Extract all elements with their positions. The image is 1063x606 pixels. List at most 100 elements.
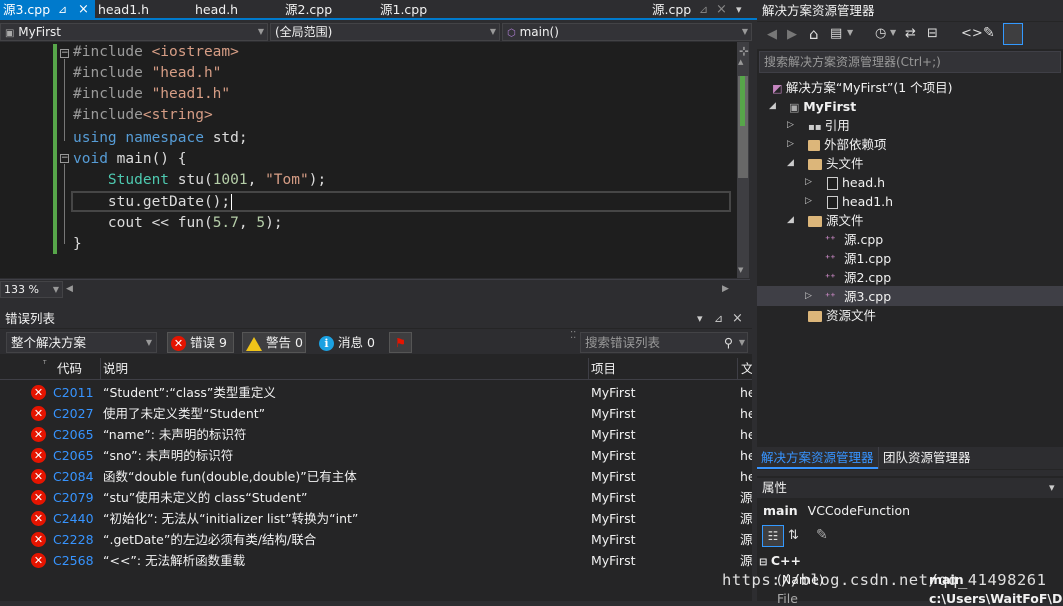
tab-source1-cpp[interactable]: 源1.cpp: [380, 0, 427, 20]
tab-head-h[interactable]: head.h: [195, 0, 238, 20]
scope-dropdown[interactable]: (全局范围) ▼: [270, 23, 500, 41]
tree-item-source2-cpp[interactable]: ⁺⁺ 源2.cpp: [825, 268, 891, 287]
preview-toggle-button[interactable]: [1003, 23, 1023, 45]
expanded-arrow-icon[interactable]: ◢: [787, 158, 794, 168]
pin-icon[interactable]: ⊿: [714, 309, 723, 328]
member-dropdown[interactable]: ⬡ main() ▼: [502, 23, 752, 41]
tab-team-explorer[interactable]: 团队资源管理器: [878, 447, 975, 469]
back-icon[interactable]: ◀: [767, 27, 777, 42]
column-header-description[interactable]: 说明: [103, 358, 128, 380]
error-code-link[interactable]: C2065: [53, 424, 94, 445]
tree-item-references[interactable]: ▪▪ 引用: [808, 116, 850, 135]
switch-views-icon[interactable]: ▤: [830, 26, 842, 41]
document-tab-bar: 源3.cpp ⊿ × head1.h head.h 源2.cpp 源1.cpp …: [0, 0, 757, 20]
tree-item-external-deps[interactable]: 外部依赖项: [808, 135, 887, 154]
close-icon[interactable]: ×: [732, 309, 743, 328]
sync-icon[interactable]: ⇄: [905, 26, 916, 41]
tab-solution-explorer[interactable]: 解决方案资源管理器: [757, 447, 878, 469]
collapsed-arrow-icon[interactable]: ▷: [805, 196, 812, 206]
scroll-right-icon[interactable]: ▶: [722, 284, 729, 294]
collapse-icon[interactable]: −: [60, 154, 69, 163]
pin-icon[interactable]: ⊿: [699, 0, 708, 20]
error-row[interactable]: ✕ C2065 “name”: 未声明的标识符 MyFirst he: [0, 424, 752, 445]
error-row[interactable]: ✕ C2079 “stu”使用未定义的 class“Student” MyFirst 源: [0, 487, 752, 508]
column-header-project[interactable]: 项目: [591, 358, 616, 380]
error-row[interactable]: ✕ C2568 “<<”: 无法解析函数重载 MyFirst 源: [0, 550, 752, 571]
error-row[interactable]: ✕ C2440 “初始化”: 无法从“initializer list”转换为“in…: [0, 508, 752, 529]
error-row[interactable]: ✕ C2228 “.getDate”的左边必须有类/结构/联合 MyFirst 源: [0, 529, 752, 550]
collapsed-arrow-icon[interactable]: ▷: [805, 291, 812, 301]
column-header-code[interactable]: 代码: [57, 358, 82, 380]
collapsed-arrow-icon[interactable]: ▷: [787, 120, 794, 130]
error-code-link[interactable]: C2084: [53, 466, 94, 487]
solution-search-input[interactable]: 搜索解决方案资源管理器(Ctrl+;): [759, 51, 1061, 73]
tree-item-source-files[interactable]: 源文件: [808, 211, 864, 230]
tree-item-header-files[interactable]: 头文件: [808, 154, 864, 173]
error-code-link[interactable]: C2065: [53, 445, 94, 466]
tree-item-source3-cpp[interactable]: ⁺⁺ 源3.cpp: [825, 287, 891, 306]
column-header-file[interactable]: 文: [741, 358, 752, 380]
error-row[interactable]: ✕ C2065 “sno”: 未声明的标识符 MyFirst he: [0, 445, 752, 466]
error-code-link[interactable]: C2011: [53, 382, 94, 403]
search-error-list-input[interactable]: 搜索错误列表 ⚲ ▼: [580, 332, 748, 353]
error-row[interactable]: ✕ C2027 使用了未定义类型“Student” MyFirst he: [0, 403, 752, 424]
pin-icon[interactable]: ⊿: [58, 0, 67, 20]
view-code-icon[interactable]: <>: [961, 26, 983, 41]
close-icon[interactable]: ×: [716, 0, 727, 20]
alphabetical-icon[interactable]: ⇅: [788, 528, 799, 543]
tree-item-source-cpp[interactable]: ⁺⁺ 源.cpp: [825, 230, 883, 249]
expanded-arrow-icon[interactable]: ◢: [787, 215, 794, 225]
error-code-link[interactable]: C2228: [53, 529, 94, 550]
close-icon[interactable]: ×: [78, 0, 89, 20]
code-editor[interactable]: − − #include <iostream> #include "head.h…: [0, 42, 737, 278]
scope-filter-dropdown[interactable]: 整个解决方案 ▼: [6, 332, 157, 353]
zoom-dropdown[interactable]: 133 % ▼: [0, 281, 63, 298]
dropdown-icon[interactable]: ▾: [697, 309, 703, 328]
dropdown-icon[interactable]: ▾: [1049, 478, 1055, 498]
tree-item-head-h[interactable]: head.h: [827, 173, 885, 192]
collapse-all-icon[interactable]: ⊟: [927, 26, 938, 41]
categorized-view-button[interactable]: ☷: [762, 525, 784, 547]
error-row[interactable]: ✕ C2011 “Student”:“class”类型重定义 MyFirst he: [0, 382, 752, 403]
chevron-down-icon[interactable]: ▼: [847, 28, 853, 37]
build-intellisense-filter-button[interactable]: ⚑: [389, 332, 412, 353]
error-code-link[interactable]: C2440: [53, 508, 94, 529]
property-category[interactable]: ⊟ C++: [759, 553, 801, 568]
warnings-filter-button[interactable]: 警告 0: [242, 332, 306, 353]
messages-filter-button[interactable]: i 消息 0: [315, 332, 379, 353]
tree-item-head1-h[interactable]: head1.h: [827, 192, 893, 211]
expanded-arrow-icon[interactable]: ◢: [769, 101, 776, 111]
wrench-icon[interactable]: ✎: [983, 25, 995, 41]
tab-source2-cpp[interactable]: 源2.cpp: [285, 0, 332, 20]
scroll-down-icon[interactable]: ▼: [738, 266, 743, 274]
tree-item-solution[interactable]: ◩ 解决方案“MyFirst”(1 个项目): [772, 78, 953, 97]
properties-object-selector[interactable]: main VCCodeFunction: [757, 500, 1063, 521]
split-icon[interactable]: ⊹: [739, 44, 749, 58]
tab-source3-cpp[interactable]: 源3.cpp ⊿ ×: [0, 0, 95, 20]
scroll-left-icon[interactable]: ◀: [66, 284, 73, 294]
property-pages-icon[interactable]: ✎: [816, 527, 828, 543]
forward-icon[interactable]: ▶: [787, 27, 797, 42]
collapsed-arrow-icon[interactable]: ▷: [787, 139, 794, 149]
error-list-title: 错误列表 ▾ ⊿ ×: [0, 309, 752, 328]
error-code-link[interactable]: C2027: [53, 403, 94, 424]
project-dropdown[interactable]: ▣ MyFirst ▼: [0, 23, 268, 41]
error-code-link[interactable]: C2568: [53, 550, 94, 571]
scroll-up-icon[interactable]: ▲: [738, 58, 743, 66]
tab-overflow-icon[interactable]: ▾: [736, 0, 742, 20]
home-icon[interactable]: ⌂: [809, 25, 819, 43]
error-row[interactable]: ✕ C2084 函数“double fun(double,double)”已有主体 M…: [0, 466, 752, 487]
error-code-link[interactable]: C2079: [53, 487, 94, 508]
history-icon[interactable]: ◷: [875, 26, 886, 41]
tree-item-project[interactable]: ▣ MyFirst: [789, 97, 856, 116]
errors-filter-button[interactable]: ✕ 错误 9: [167, 332, 234, 353]
collapsed-arrow-icon[interactable]: ▷: [805, 177, 812, 187]
tab-source-cpp[interactable]: 源.cpp ⊿ × ▾: [652, 0, 757, 20]
tree-item-source1-cpp[interactable]: ⁺⁺ 源1.cpp: [825, 249, 891, 268]
chevron-down-icon: ▼: [257, 27, 264, 36]
property-file-value[interactable]: c:\Users\WaitFoF\Doc: [929, 591, 1063, 606]
collapse-icon[interactable]: −: [60, 49, 69, 58]
tree-item-resource-files[interactable]: 资源文件: [808, 306, 876, 325]
tab-head1-h[interactable]: head1.h: [98, 0, 149, 20]
chevron-down-icon[interactable]: ▼: [890, 28, 896, 37]
